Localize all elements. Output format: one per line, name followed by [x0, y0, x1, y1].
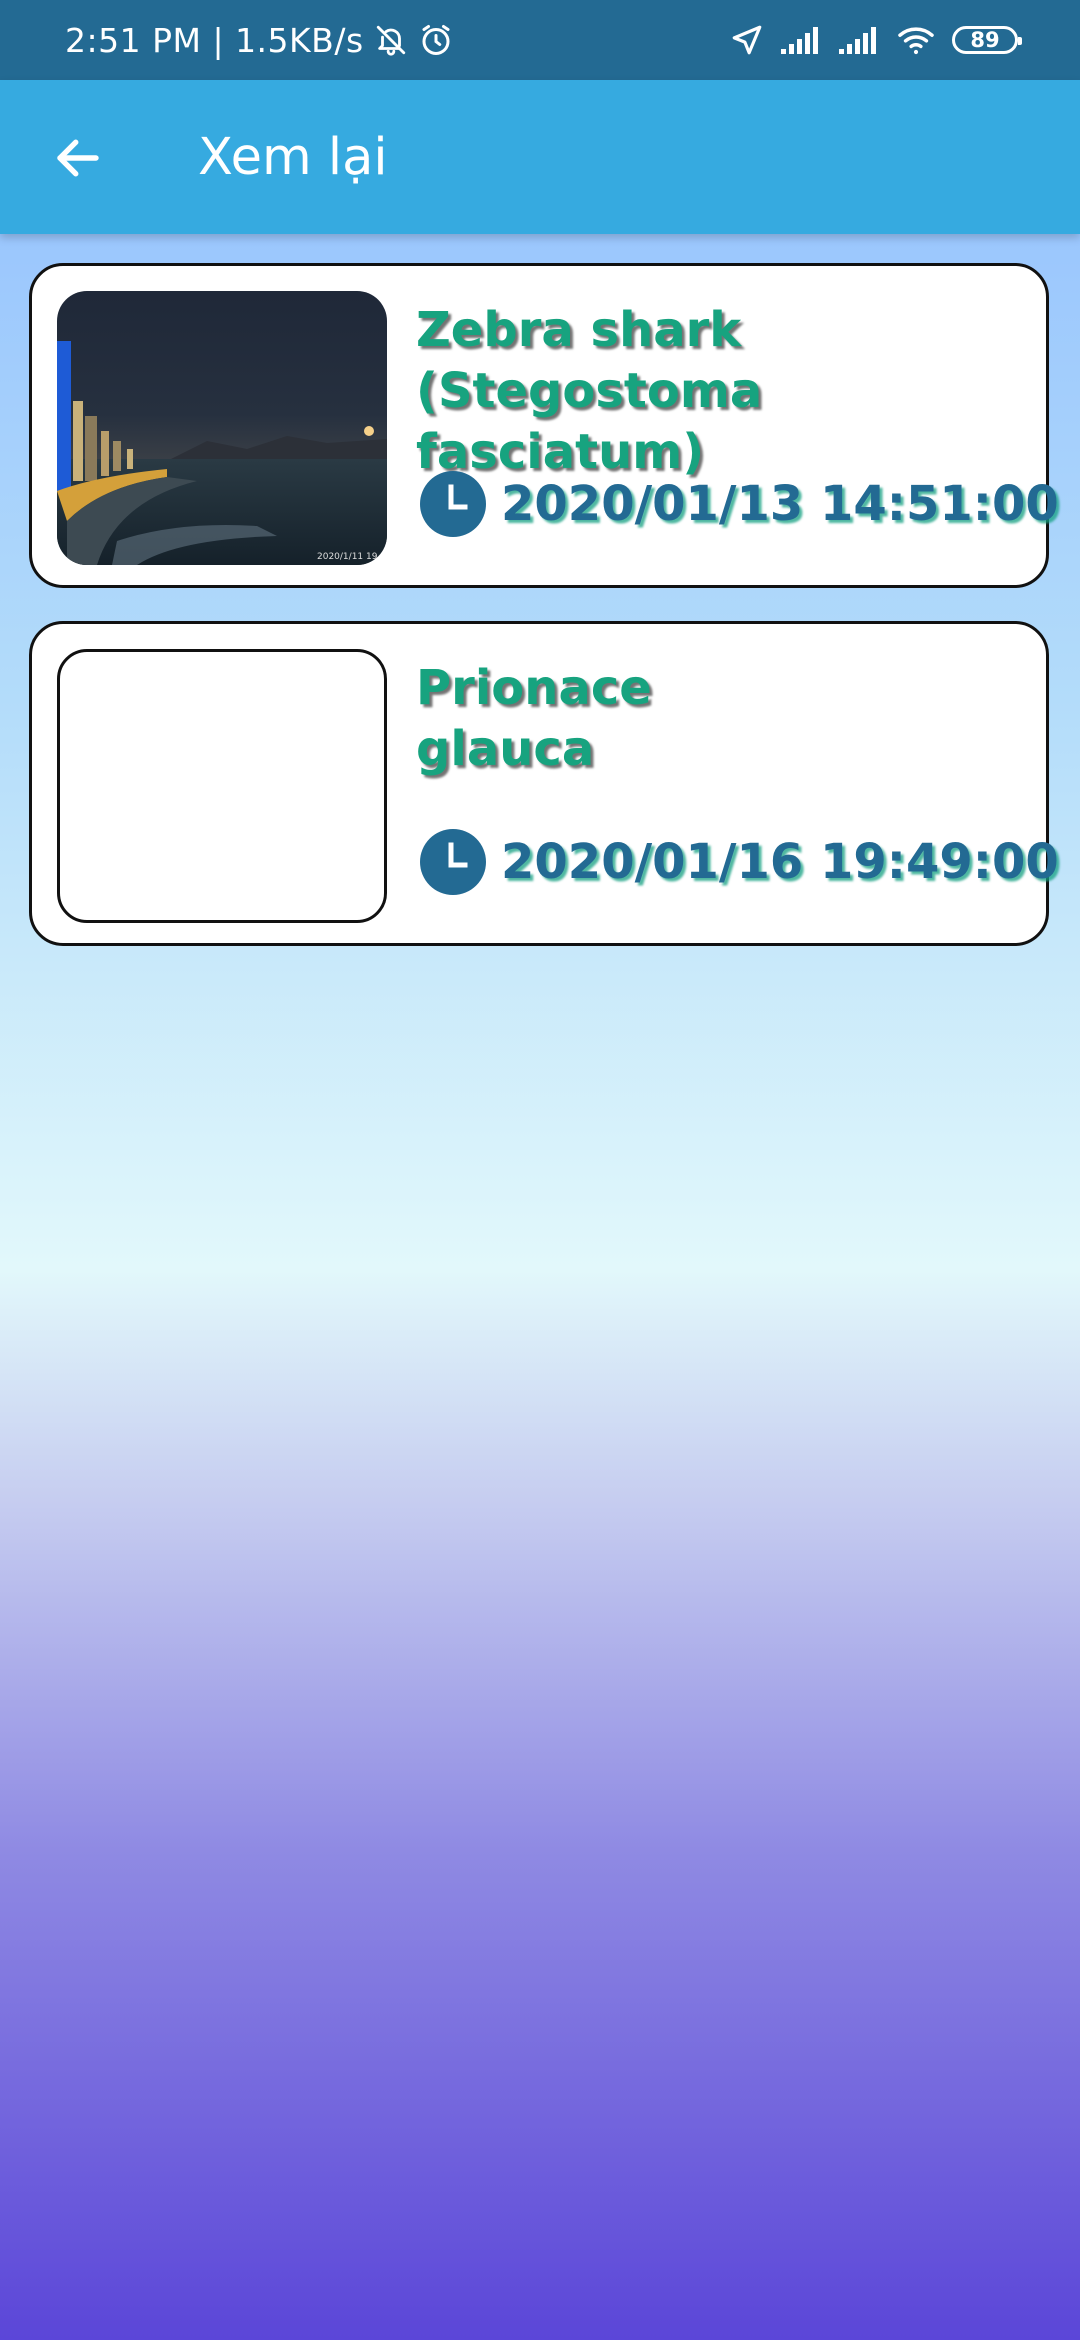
- record-datetime: 2020/01/13 14:51:00: [501, 476, 1059, 532]
- app-bar: Xem lại: [0, 80, 1080, 234]
- status-left: 2:51 PM | 1.5KB/s: [65, 0, 454, 80]
- wifi-icon: [896, 24, 936, 56]
- bell-off-icon: [374, 23, 408, 57]
- location-icon: [730, 23, 764, 57]
- page-title: Xem lại: [198, 127, 388, 187]
- record-photo: 2020/1/11 19: [57, 291, 387, 565]
- record-time-row: 2020/01/13 14:51:00: [420, 471, 1059, 537]
- record-photo-placeholder: [57, 649, 387, 923]
- status-bar: 2:51 PM | 1.5KB/s 89: [0, 0, 1080, 80]
- battery-icon: 89: [952, 26, 1022, 54]
- signal-icon: [780, 25, 822, 55]
- battery-level: 89: [970, 28, 1000, 52]
- arrow-left-icon: [57, 139, 99, 177]
- record-card[interactable]: Prionace glauca 2020/01/16 19:49:00: [29, 621, 1059, 946]
- clock-icon: [420, 471, 486, 537]
- status-time-speed: 2:51 PM | 1.5KB/s: [65, 20, 364, 60]
- back-button[interactable]: [38, 118, 118, 198]
- svg-text:2020/1/11 19: 2020/1/11 19: [317, 552, 378, 562]
- record-time-row: 2020/01/16 19:49:00: [420, 829, 1059, 895]
- status-right: 89: [714, 0, 1022, 80]
- record-name: Prionace glauca: [416, 660, 652, 777]
- clock-icon: [420, 829, 486, 895]
- review-screen: 2:51 PM | 1.5KB/s 89 Xem lại 2020/1/11 1…: [0, 0, 1080, 2340]
- record-name: Zebra shark (Stegostoma fasciatum): [416, 302, 763, 480]
- record-datetime: 2020/01/16 19:49:00: [501, 834, 1059, 890]
- record-card[interactable]: 2020/1/11 19 Zebra shark (Stegostoma fas…: [29, 263, 1059, 588]
- alarm-icon: [418, 22, 454, 58]
- signal-icon: [838, 25, 880, 55]
